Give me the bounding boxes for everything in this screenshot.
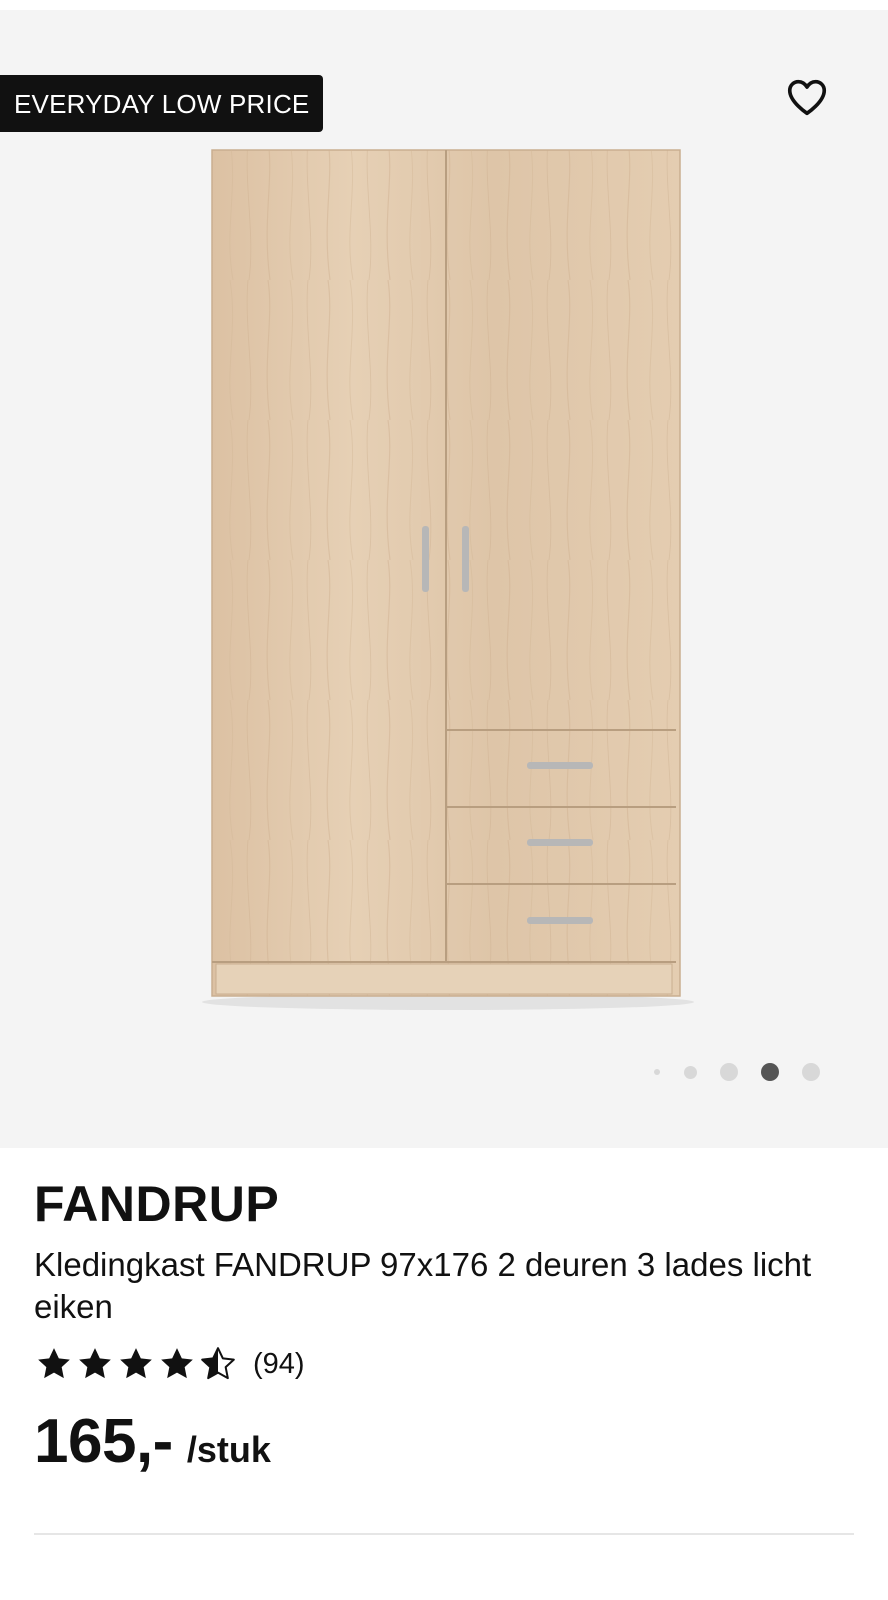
price-row: 165,- /stuk [34, 1406, 854, 1477]
top-strip [0, 0, 888, 10]
product-info: FANDRUP Kledingkast FANDRUP 97x176 2 deu… [0, 1176, 888, 1477]
review-count[interactable]: (94) [253, 1348, 305, 1381]
product-image-gallery[interactable]: EVERYDAY LOW PRICE [0, 10, 888, 1148]
gallery-dot[interactable] [720, 1063, 738, 1081]
everyday-low-price-badge: EVERYDAY LOW PRICE [0, 75, 324, 132]
product-description: Kledingkast FANDRUP 97x176 2 deuren 3 la… [34, 1246, 812, 1325]
gallery-dot[interactable] [654, 1069, 660, 1075]
heart-icon[interactable] [784, 74, 830, 120]
gallery-dot-active[interactable] [761, 1063, 779, 1081]
star-icon [38, 1348, 70, 1379]
gallery-pagination[interactable] [650, 1062, 830, 1082]
divider [34, 1533, 854, 1535]
product-brand[interactable]: FANDRUP [34, 1176, 854, 1232]
star-icon [79, 1348, 111, 1379]
price-unit: /stuk [186, 1429, 271, 1470]
product-price: 165,- [34, 1407, 173, 1476]
star-icon [120, 1348, 152, 1379]
gallery-dot[interactable] [684, 1066, 697, 1079]
star-half-icon [201, 1347, 235, 1380]
star-icon [161, 1348, 193, 1379]
product-image[interactable] [200, 140, 700, 1020]
product-rating[interactable]: (94) [34, 1342, 854, 1386]
rating-stars [34, 1344, 239, 1384]
gallery-dot[interactable] [802, 1063, 820, 1081]
